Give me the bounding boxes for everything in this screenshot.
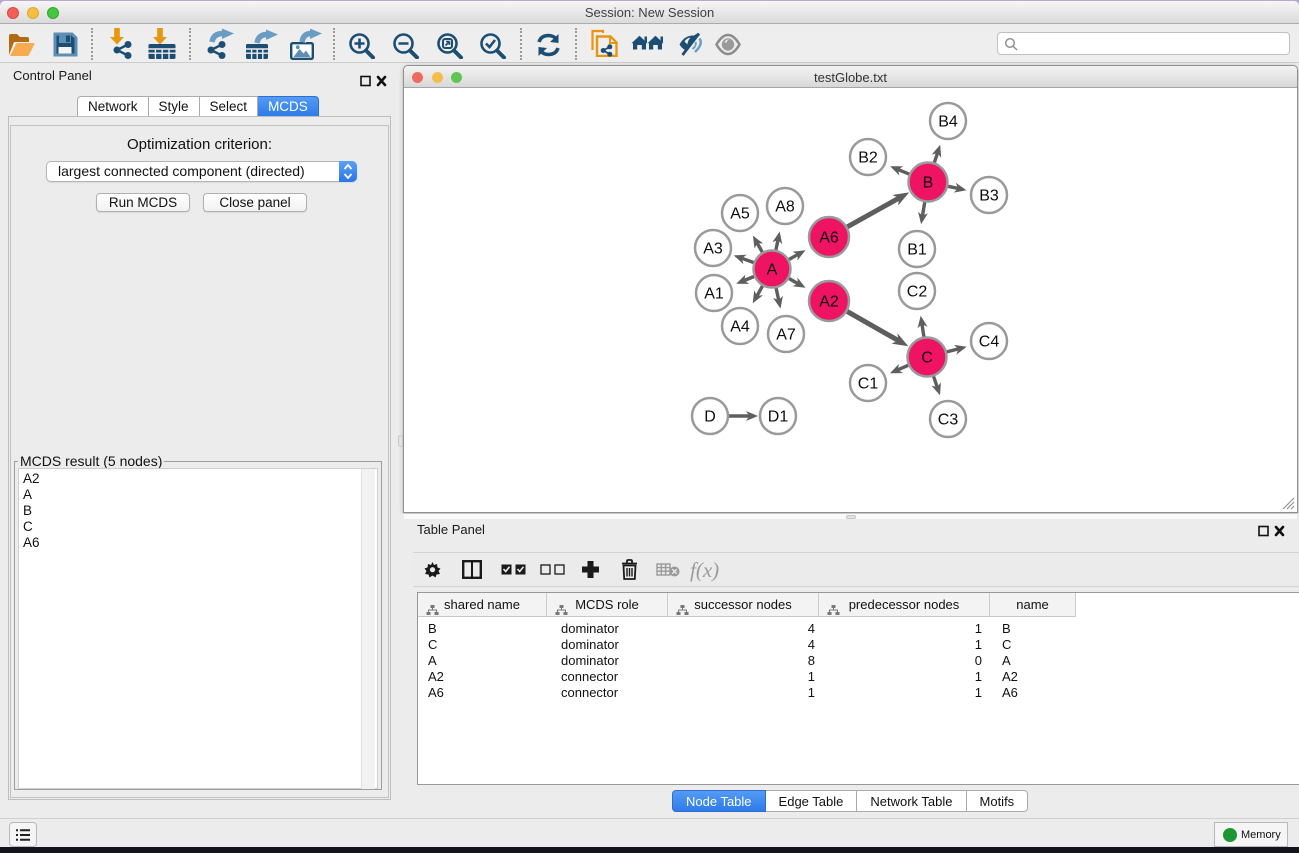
svg-text:D: D	[704, 409, 716, 426]
svg-text:A8: A8	[775, 199, 795, 216]
svg-text:B: B	[923, 175, 934, 192]
svg-text:A1: A1	[704, 286, 724, 303]
svg-text:A5: A5	[730, 206, 750, 223]
svg-text:A: A	[767, 262, 778, 279]
svg-text:A3: A3	[703, 241, 723, 258]
svg-text:C: C	[921, 350, 933, 367]
svg-text:B1: B1	[907, 242, 927, 259]
svg-text:A2: A2	[819, 294, 839, 311]
svg-text:C3: C3	[938, 412, 959, 429]
svg-text:B2: B2	[858, 150, 878, 167]
svg-text:D1: D1	[768, 409, 789, 426]
svg-text:C1: C1	[858, 376, 879, 393]
svg-text:A4: A4	[730, 319, 750, 336]
svg-text:B3: B3	[979, 188, 999, 205]
svg-text:C4: C4	[979, 334, 1000, 351]
svg-text:B4: B4	[938, 114, 958, 131]
svg-text:A7: A7	[776, 327, 796, 344]
svg-text:C2: C2	[907, 284, 928, 301]
svg-text:A6: A6	[819, 230, 839, 247]
